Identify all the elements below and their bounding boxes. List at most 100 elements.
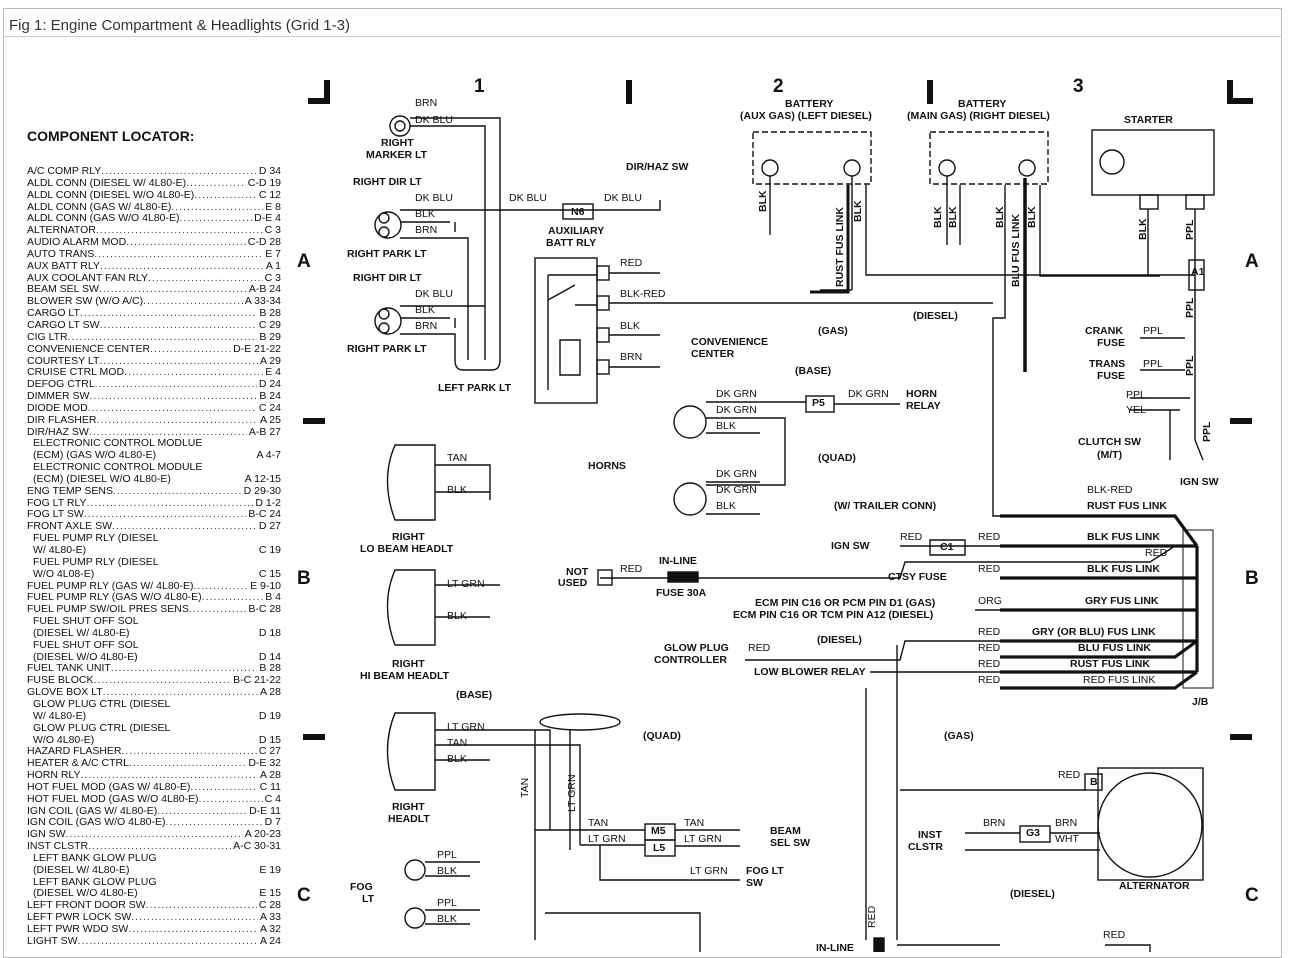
connector-label: G3: [1026, 827, 1041, 839]
wire-label: LT GRN: [447, 721, 485, 733]
component-label: RELAY: [906, 400, 941, 412]
component-label: LEFT PARK LT: [438, 382, 512, 394]
wire-label: BLK: [947, 206, 959, 228]
component-label: CTSY FUSE: [888, 571, 947, 583]
component-label: INST: [918, 829, 942, 841]
component-label: RIGHT PARK LT: [347, 343, 427, 355]
wire-label: PPL: [437, 849, 457, 861]
option-label: (QUAD): [818, 452, 856, 464]
option-label: (BASE): [795, 365, 832, 377]
component-label: LO BEAM HEADLT: [360, 543, 454, 555]
wire-label: RED: [978, 658, 1001, 670]
wire-label: BLK: [1137, 218, 1149, 240]
wire-label: TAN: [684, 817, 705, 829]
wire-label: RED: [978, 674, 1001, 686]
component-label: RIGHT: [392, 531, 425, 543]
component-label: RIGHT DIR LT: [353, 272, 422, 284]
wire-label: BRN: [983, 817, 1006, 829]
wire-label: RED: [978, 563, 1001, 575]
wire-label: BLK: [415, 208, 435, 220]
grid-row-c-left: C: [297, 885, 311, 906]
wire-label: BRN: [415, 320, 438, 332]
wire-label: DK GRN: [716, 468, 757, 480]
wire-label: BLK-RED: [1087, 484, 1133, 496]
wire-label: BLK: [620, 320, 640, 332]
wire-label: WHT: [1055, 833, 1079, 845]
component-label: SEL SW: [770, 837, 811, 849]
component-label: IGN SW: [831, 540, 870, 552]
wire-label: BLK: [447, 753, 467, 765]
wire-label: LT GRN: [566, 774, 578, 812]
wire-label: PPL: [1184, 219, 1196, 240]
wire-label: ORG: [978, 595, 1002, 607]
component-label: (MAIN GAS) (RIGHT DIESEL): [907, 110, 1050, 122]
component-label: HEADLT: [388, 813, 430, 825]
wire-label: RED FUS LINK: [1083, 674, 1156, 686]
wire-label: BLU FUS LINK: [1010, 214, 1022, 287]
connector-label: A1: [1191, 266, 1205, 278]
component-label: CONTROLLER: [654, 654, 727, 666]
component-label: CLSTR: [908, 841, 943, 853]
wire-label: RED: [1145, 547, 1168, 559]
component-label: CONVENIENCE: [691, 336, 769, 348]
wire-label: RUST FUS LINK: [1070, 658, 1150, 670]
component-label: HORN: [906, 388, 937, 400]
option-label: (GAS): [944, 730, 974, 742]
wire-label: RUST FUS LINK: [1087, 500, 1167, 512]
component-label: ALTERNATOR: [1119, 880, 1190, 892]
component-label: RIGHT: [392, 658, 425, 670]
component-label: CLUTCH SW: [1078, 436, 1141, 448]
grid-row-a-left: A: [297, 251, 311, 272]
wire-label: RED: [866, 905, 878, 928]
component-label: SW: [746, 877, 763, 889]
wire-label: DK GRN: [716, 484, 757, 496]
component-label: FOG LT: [746, 865, 784, 877]
component-label: STARTER: [1124, 114, 1173, 126]
inline-fuse-30a: [667, 571, 699, 583]
wire-label: BLK: [852, 200, 864, 222]
wire-label: RED: [1103, 929, 1126, 941]
connector-label: N6: [571, 206, 585, 218]
wire-label: BLK: [1026, 206, 1038, 228]
grid-column-1: 1: [474, 76, 485, 97]
grid-row-a-right: A: [1245, 251, 1259, 272]
component-label: IN-LINE: [659, 555, 697, 567]
aux-batt-relay: [534, 257, 993, 404]
wire-label: DK BLU: [415, 192, 453, 204]
wire-label: TAN: [447, 452, 468, 464]
component-label: BATTERY: [958, 98, 1007, 110]
component-label: ECM PIN C16 OR TCM PIN A12 (DIESEL): [733, 609, 934, 621]
connector-label: L5: [653, 842, 666, 854]
grid-column-2: 2: [773, 76, 784, 97]
component-label: BATT RLY: [546, 237, 597, 249]
component-label: IGN SW: [1180, 476, 1219, 488]
option-label: (DIESEL): [913, 310, 958, 322]
wire-label: BLK: [932, 206, 944, 228]
wire-label: DK GRN: [848, 388, 889, 400]
wire-label: PPL: [1184, 297, 1196, 318]
horns: [673, 395, 900, 516]
wire-label: DK BLU: [415, 114, 453, 126]
wire-label: BLK: [994, 206, 1006, 228]
wire-label: BLK-RED: [620, 288, 666, 300]
option-label: (BASE): [456, 689, 493, 701]
wire-label: RUST FUS LINK: [834, 207, 846, 287]
wire-label: TAN: [447, 737, 468, 749]
component-label: RIGHT: [392, 801, 425, 813]
component-label: CRANK: [1085, 325, 1123, 337]
wire-label: BRN: [620, 351, 643, 363]
connector-label: C1: [940, 541, 954, 553]
grid-row-c-right: C: [1245, 885, 1259, 906]
wire-label: DK GRN: [716, 404, 757, 416]
wire-label: BRN: [415, 97, 438, 109]
wire-label: YEL: [1126, 404, 1146, 416]
component-label: CENTER: [691, 348, 735, 360]
component-label: DIR/HAZ SW: [626, 161, 689, 173]
wire-label: PPL: [1143, 358, 1163, 370]
component-label: LT: [362, 893, 375, 905]
option-label: (W/ TRAILER CONN): [834, 500, 937, 512]
component-label: LOW BLOWER RELAY: [754, 666, 866, 678]
wire-label: DK BLU: [509, 192, 547, 204]
component-label: USED: [558, 577, 588, 589]
component-label: FUSE: [1097, 337, 1126, 349]
